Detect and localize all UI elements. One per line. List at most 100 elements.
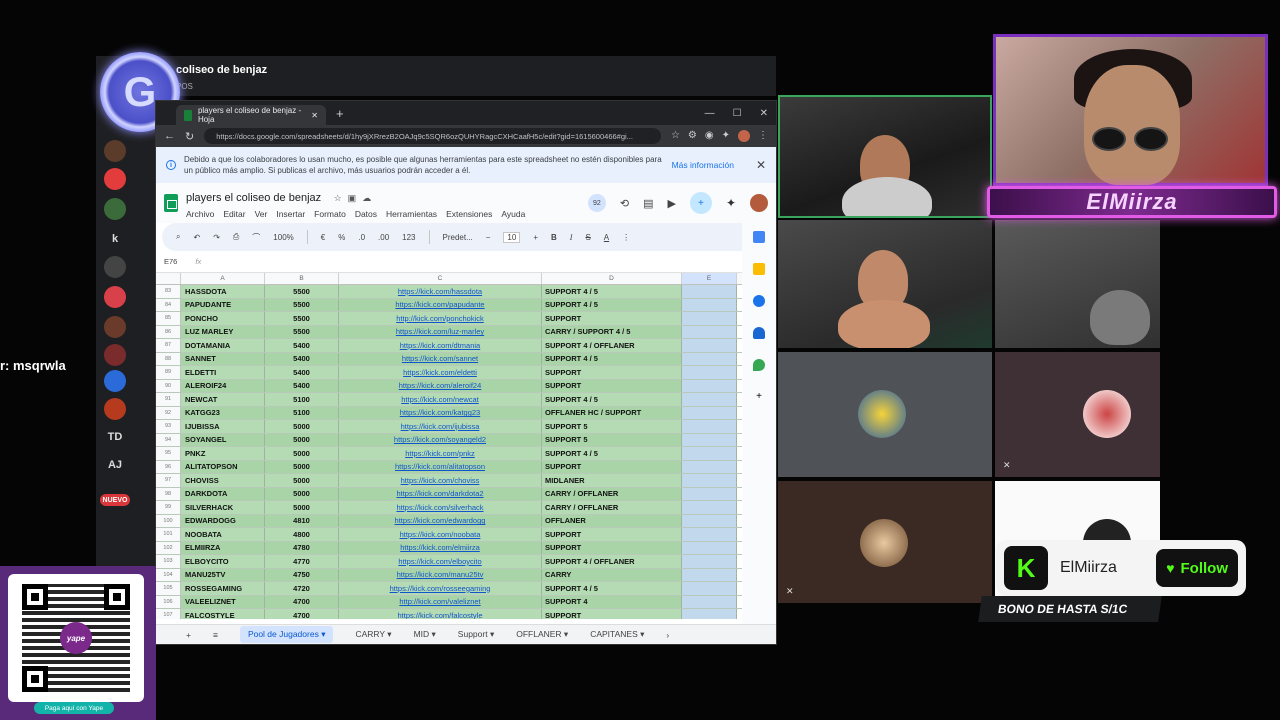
row-number[interactable]: 103 bbox=[156, 555, 181, 568]
cell-player-name[interactable]: SILVERHACK bbox=[181, 501, 265, 514]
cell-empty[interactable] bbox=[682, 447, 737, 460]
doc-title[interactable]: players el coliseo de benjaz bbox=[186, 192, 321, 204]
menu-formato[interactable]: Formato bbox=[314, 209, 346, 219]
server-icon-text[interactable]: TD bbox=[104, 426, 126, 448]
menu-ayuda[interactable]: Ayuda bbox=[501, 209, 525, 219]
back-icon[interactable]: ← bbox=[164, 130, 175, 142]
cell-empty[interactable] bbox=[682, 555, 737, 568]
cell-mmr[interactable]: 5400 bbox=[265, 366, 339, 379]
history-icon[interactable]: ⟲ bbox=[620, 197, 629, 210]
cell-player-name[interactable]: ALEROIF24 bbox=[181, 379, 265, 392]
cell-role[interactable]: SUPPORT bbox=[542, 312, 682, 325]
row-number[interactable]: 94 bbox=[156, 433, 181, 446]
video-tile[interactable] bbox=[995, 220, 1160, 348]
tab-carry[interactable]: CARRY ▾ bbox=[355, 629, 391, 640]
cell-player-name[interactable]: ALITATOPSON bbox=[181, 460, 265, 473]
maximize-icon[interactable]: ☐ bbox=[733, 108, 742, 119]
row-number[interactable]: 102 bbox=[156, 541, 181, 554]
cell-mmr[interactable]: 4770 bbox=[265, 555, 339, 568]
cell-kick-link[interactable]: https://kick.com/hassdota bbox=[339, 285, 542, 298]
cell-mmr[interactable]: 4700 bbox=[265, 595, 339, 608]
cell-empty[interactable] bbox=[682, 501, 737, 514]
cell-role[interactable]: SUPPORT bbox=[542, 541, 682, 554]
extensions-puzzle-icon[interactable]: ✦ bbox=[722, 130, 730, 142]
gemini-icon[interactable]: ✦ bbox=[726, 196, 736, 210]
row-number[interactable]: 106 bbox=[156, 595, 181, 608]
cell-role[interactable]: SUPPORT bbox=[542, 460, 682, 473]
row-number[interactable]: 88 bbox=[156, 352, 181, 365]
cell-kick-link[interactable]: https://kick.com/eldetti bbox=[339, 366, 542, 379]
cell-role[interactable]: SUPPORT bbox=[542, 528, 682, 541]
cell-empty[interactable] bbox=[682, 325, 737, 338]
cell-player-name[interactable]: NEWCAT bbox=[181, 393, 265, 406]
cell-player-name[interactable]: ROSSEGAMING bbox=[181, 582, 265, 595]
cell-empty[interactable] bbox=[682, 609, 737, 619]
cell-player-name[interactable]: HASSDOTA bbox=[181, 285, 265, 298]
new-tab-icon[interactable]: + bbox=[336, 106, 344, 121]
cell-mmr[interactable]: 5400 bbox=[265, 352, 339, 365]
cell-player-name[interactable]: ELBOYCITO bbox=[181, 555, 265, 568]
contacts-icon[interactable] bbox=[753, 327, 765, 339]
cell-empty[interactable] bbox=[682, 285, 737, 298]
cell-empty[interactable] bbox=[682, 393, 737, 406]
server-icon[interactable] bbox=[104, 316, 126, 338]
server-icon[interactable] bbox=[104, 198, 126, 220]
server-icon[interactable] bbox=[104, 140, 126, 162]
cell-kick-link[interactable]: https://kick.com/darkdota2 bbox=[339, 487, 542, 500]
bookmark-star-icon[interactable]: ☆ bbox=[671, 130, 680, 142]
menu-ver[interactable]: Ver bbox=[255, 209, 268, 219]
cell-role[interactable]: SUPPORT 4 / 5 bbox=[542, 447, 682, 460]
close-icon[interactable]: ✕ bbox=[756, 158, 766, 172]
cell-player-name[interactable]: PNKZ bbox=[181, 447, 265, 460]
paint-format-icon[interactable]: ⌒ bbox=[252, 232, 260, 243]
server-icon[interactable] bbox=[104, 344, 126, 366]
tab-mid[interactable]: MID ▾ bbox=[414, 629, 436, 640]
extension-icon[interactable]: ⚙ bbox=[688, 130, 697, 142]
server-icon[interactable] bbox=[104, 398, 126, 420]
strikethrough-button[interactable]: S bbox=[585, 233, 590, 242]
search-icon[interactable]: ⌕ bbox=[176, 232, 180, 242]
close-window-icon[interactable]: ✕ bbox=[760, 108, 768, 119]
cell-role[interactable]: OFFLANER bbox=[542, 514, 682, 527]
cell-player-name[interactable]: IJUBISSA bbox=[181, 420, 265, 433]
cell-mmr[interactable]: 4780 bbox=[265, 541, 339, 554]
cell-role[interactable]: SUPPORT 4 / 5 bbox=[542, 393, 682, 406]
server-icon[interactable] bbox=[104, 370, 126, 392]
keep-icon[interactable] bbox=[753, 263, 765, 275]
cell-player-name[interactable]: MANU25TV bbox=[181, 568, 265, 581]
cell-empty[interactable] bbox=[682, 433, 737, 446]
cell-role[interactable]: SUPPORT 4 / 5 bbox=[542, 285, 682, 298]
video-tile[interactable] bbox=[778, 220, 992, 348]
video-tile[interactable]: ✕ bbox=[778, 481, 992, 603]
print-icon[interactable]: ⎙ bbox=[233, 232, 239, 242]
italic-button[interactable]: I bbox=[570, 233, 573, 242]
row-number[interactable]: 96 bbox=[156, 460, 181, 473]
cell-empty[interactable] bbox=[682, 514, 737, 527]
cell-player-name[interactable]: EDWARDOGG bbox=[181, 514, 265, 527]
cell-mmr[interactable]: 5000 bbox=[265, 433, 339, 446]
cell-empty[interactable] bbox=[682, 379, 737, 392]
cell-kick-link[interactable]: https://kick.com/noobata bbox=[339, 528, 542, 541]
meet-icon[interactable]: ▶ bbox=[667, 197, 675, 210]
cell-kick-link[interactable]: https://kick.com/elboycito bbox=[339, 555, 542, 568]
browser-menu-icon[interactable]: ⋮ bbox=[758, 130, 768, 142]
cell-role[interactable]: CARRY bbox=[542, 568, 682, 581]
cell-kick-link[interactable]: https://kick.com/choviss bbox=[339, 474, 542, 487]
cell-kick-link[interactable]: http://kick.com/ponchokick bbox=[339, 312, 542, 325]
increase-decimals-button[interactable]: .00 bbox=[378, 233, 389, 242]
cell-role[interactable]: SUPPORT 4 / 5 bbox=[542, 582, 682, 595]
row-number[interactable]: 91 bbox=[156, 393, 181, 406]
cell-kick-link[interactable]: https://kick.com/pnkz bbox=[339, 447, 542, 460]
more-options-icon[interactable]: ⋮ bbox=[622, 233, 630, 242]
row-number[interactable]: 90 bbox=[156, 379, 181, 392]
cell-role[interactable]: CARRY / SUPPORT 4 / 5 bbox=[542, 325, 682, 338]
cell-role[interactable]: SUPPORT bbox=[542, 609, 682, 619]
cell-kick-link[interactable]: https://kick.com/luz-marley bbox=[339, 325, 542, 338]
cell-kick-link[interactable]: https://kick.com/alitatopson bbox=[339, 460, 542, 473]
calendar-icon[interactable] bbox=[753, 231, 765, 243]
cell-mmr[interactable]: 5000 bbox=[265, 487, 339, 500]
profile-avatar[interactable] bbox=[738, 130, 750, 142]
cell-player-name[interactable]: VALEELIZNET bbox=[181, 595, 265, 608]
cell-mmr[interactable]: 5000 bbox=[265, 447, 339, 460]
cell-role[interactable]: MIDLANER bbox=[542, 474, 682, 487]
